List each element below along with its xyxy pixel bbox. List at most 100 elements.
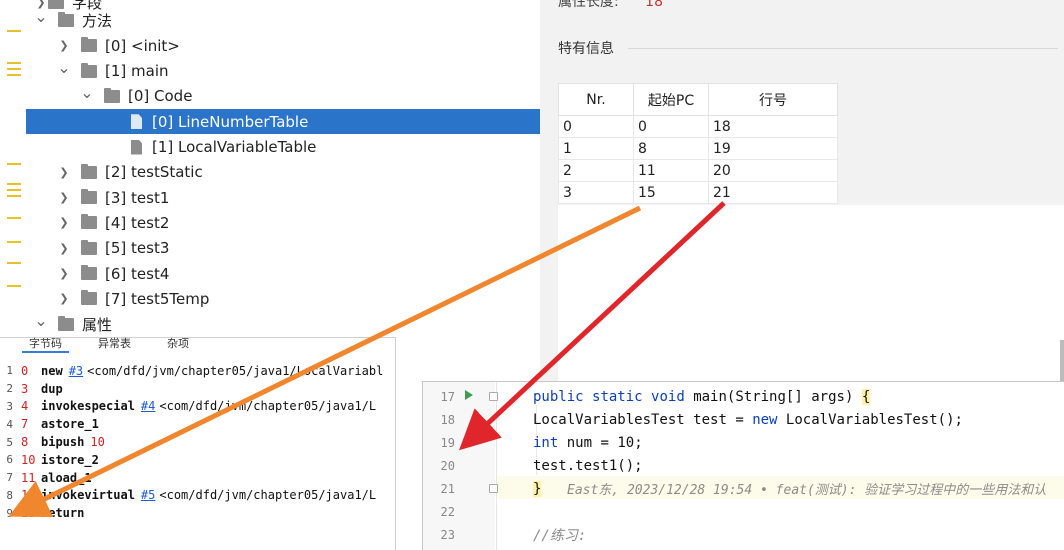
chevron-down-icon[interactable]: ⌄	[34, 311, 48, 330]
chevron-down-icon[interactable]: ⌄	[57, 58, 71, 77]
opcode: bipush	[41, 435, 85, 450]
folder-icon	[104, 87, 120, 103]
table-cell: 15	[633, 181, 709, 204]
table-cell: 0	[633, 115, 709, 138]
tree-node[interactable]: ❯ [2] testStatic	[26, 160, 540, 185]
tree-node[interactable]: ❯ [5] test3	[26, 236, 540, 261]
code-text: LocalVariablesTest test = new LocalVaria…	[533, 411, 963, 428]
tree-node[interactable]: ⌄ [1] main	[26, 58, 540, 84]
table-row[interactable]: 3 15 21	[558, 181, 838, 204]
tree-node[interactable]: ❯ [3] test1	[26, 185, 540, 210]
operand-text: <com/dfd/jvm/chapter05/java1/L	[159, 488, 377, 503]
editor-line[interactable]: 23 //练习:	[423, 523, 1064, 546]
folder-icon	[81, 265, 97, 280]
tab-misc[interactable]: 杂项	[160, 338, 196, 353]
editor-line-number: 20	[440, 458, 455, 473]
gutter-marker	[7, 189, 21, 191]
code-editor[interactable]: 17 public static void main(String[] args)…	[422, 381, 1064, 550]
bytecode-offset: 12	[21, 488, 36, 503]
bytecode-line[interactable]: 3 4 invokespecial #4 <com/dfd/jvm/chapter05/…	[0, 398, 383, 416]
table-cell: 21	[708, 181, 838, 204]
opcode: return	[41, 506, 85, 521]
editor-line[interactable]: 20 test.test1();	[423, 454, 1064, 477]
chevron-right-icon[interactable]: ❯	[57, 292, 71, 305]
editor-line[interactable]: 17 public static void main(String[] args)…	[423, 385, 1064, 408]
bytecode-offset: 10	[21, 452, 36, 467]
bytecode-line[interactable]: 8 12 invokevirtual #5 <com/dfd/jvm/chapter05…	[0, 487, 383, 505]
table-cell: 18	[708, 115, 838, 138]
bytecode-line[interactable]: 6 10 istore_2	[0, 451, 383, 469]
gutter-marker	[7, 241, 21, 243]
tree-node[interactable]: [0] LineNumberTable	[26, 109, 540, 135]
tree-node[interactable]: ❯ [7] test5Temp	[26, 286, 540, 311]
table-row[interactable]: 2 11 20	[558, 159, 838, 182]
section-divider	[628, 48, 1058, 49]
bytecode-line[interactable]: 1 0 new #3 <com/dfd/jvm/chapter05/java1/Loca…	[0, 362, 383, 380]
code-text: int num = 10;	[533, 434, 643, 451]
line-number: 5	[6, 435, 13, 449]
constant-pool-ref[interactable]: #4	[141, 399, 155, 413]
constant-pool-ref[interactable]: #3	[69, 364, 83, 378]
bytecode-offset: 15	[21, 506, 36, 521]
code-text: public static void main(String[] args) {	[533, 388, 871, 405]
tree-node[interactable]: [1] LocalVariableTable	[26, 135, 540, 160]
opcode: istore_2	[41, 452, 99, 467]
constant-pool-ref[interactable]: #5	[141, 488, 155, 502]
bytecode-line[interactable]: 2 3 dup	[0, 380, 383, 398]
column-header-nr[interactable]: Nr.	[558, 83, 634, 116]
bytecode-listing: 1 0 new #3 <com/dfd/jvm/chapter05/java1/Loca…	[0, 362, 383, 522]
bytecode-line[interactable]: 7 11 aload_1	[0, 469, 383, 487]
table-cell: 8	[633, 137, 709, 160]
folder-icon	[81, 62, 97, 78]
tree-node[interactable]: ⌄ [0] Code	[26, 83, 540, 109]
line-number: 1	[6, 364, 13, 378]
folder-icon	[81, 290, 97, 306]
bytecode-line[interactable]: 4 7 astore_1	[0, 415, 383, 433]
editor-line-number: 23	[440, 527, 455, 542]
editor-line[interactable]: 21} East东, 2023/12/28 19:54 • feat(测试): 验…	[423, 477, 1064, 500]
tree-node-label: [2] testStatic	[105, 163, 203, 182]
scrollbar-thumb[interactable]	[1060, 340, 1064, 385]
tree-node[interactable]: ⌄ 方法	[26, 7, 540, 33]
chevron-right-icon[interactable]: ❯	[57, 191, 71, 204]
gutter-marker	[7, 30, 21, 32]
editor-line[interactable]: 19 int num = 10;	[423, 431, 1064, 454]
chevron-down-icon[interactable]: ⌄	[34, 7, 48, 26]
editor-line[interactable]: 18 LocalVariablesTest test = new LocalVa…	[423, 408, 1064, 431]
tree-node[interactable]: ❯ [6] test4	[26, 261, 540, 286]
chevron-right-icon[interactable]: ❯	[57, 39, 71, 52]
operand-value: 10	[90, 435, 105, 450]
operand-text: <com/dfd/jvm/chapter05/java1/LocalVariab…	[87, 363, 384, 378]
line-number: 3	[6, 399, 13, 413]
tab-bytecode[interactable]: 字节码	[22, 338, 69, 353]
attribute-length: 属性长度: 18	[558, 0, 663, 11]
column-header-start-pc[interactable]: 起始PC	[633, 83, 709, 116]
gutter-marker	[7, 183, 21, 185]
bytecode-offset: 8	[21, 435, 29, 450]
chevron-right-icon[interactable]: ❯	[57, 242, 71, 255]
table-row[interactable]: 0 0 18	[558, 115, 838, 138]
tree-node[interactable]: ❯ [0] <init>	[26, 33, 540, 58]
bytecode-line[interactable]: 5 8 bipush 10	[0, 433, 383, 451]
table-cell: 0	[558, 115, 634, 138]
editor-line-number: 18	[440, 412, 455, 427]
line-number: 6	[6, 453, 13, 467]
tree-node-label: 方法	[82, 12, 113, 30]
bytecode-line[interactable]: 9 15 return	[0, 504, 383, 522]
table-cell: 20	[708, 159, 838, 182]
chevron-right-icon[interactable]: ❯	[57, 267, 71, 280]
tab-exception-table[interactable]: 异常表	[91, 338, 138, 353]
folder-icon	[58, 12, 74, 27]
chevron-right-icon[interactable]: ❯	[57, 216, 71, 229]
column-header-line-number[interactable]: 行号	[708, 83, 838, 116]
editor-line[interactable]: 22	[423, 500, 1064, 523]
tree-node[interactable]: ❯ [4] test2	[26, 210, 540, 235]
chevron-right-icon[interactable]: ❯	[57, 166, 71, 179]
tree-node-label: [0] LineNumberTable	[152, 112, 309, 131]
line-number: 8	[6, 488, 13, 502]
folder-icon	[81, 239, 97, 255]
tree-node[interactable]: ⌄ 属性	[26, 311, 540, 337]
chevron-down-icon[interactable]: ⌄	[80, 83, 94, 102]
bytecode-offset: 7	[21, 417, 29, 432]
table-row[interactable]: 1 8 19	[558, 137, 838, 160]
